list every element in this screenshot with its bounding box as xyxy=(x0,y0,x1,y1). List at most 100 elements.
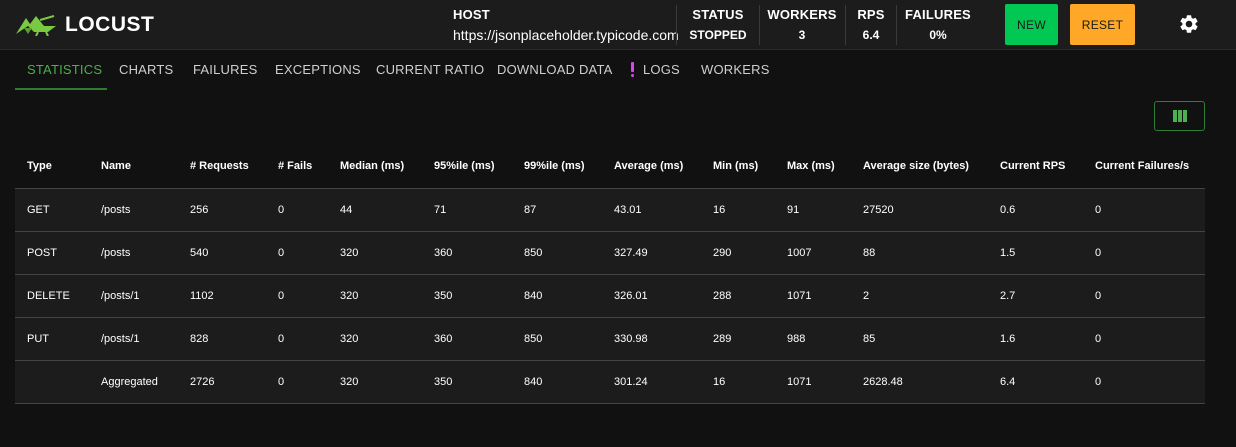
tab-download-data[interactable]: DOWNLOAD DATA xyxy=(497,62,613,77)
column-header[interactable]: # Fails xyxy=(266,145,328,189)
table-header-row: Type Name # Requests # Fails Median (ms)… xyxy=(15,145,1205,189)
table-cell: 0 xyxy=(266,188,328,232)
table-cell: 6.4 xyxy=(988,360,1083,404)
table-cell: 290 xyxy=(701,231,775,275)
table-cell: 350 xyxy=(422,360,512,404)
table-cell: 2.7 xyxy=(988,274,1083,318)
table-cell: 16 xyxy=(701,360,775,404)
table-cell: 988 xyxy=(775,317,851,361)
tab-exceptions[interactable]: EXCEPTIONS xyxy=(275,62,361,77)
column-header[interactable]: Min (ms) xyxy=(701,145,775,189)
table-cell: 320 xyxy=(328,231,422,275)
table-row: DELETE /posts/1 1102 0 320 350 840 326.0… xyxy=(15,274,1205,318)
table-cell: 540 xyxy=(178,231,266,275)
table-cell: 320 xyxy=(328,317,422,361)
table-cell: 327.49 xyxy=(602,231,701,275)
reset-button[interactable]: RESET xyxy=(1070,4,1135,45)
logo-text: LOCUST xyxy=(65,13,155,36)
table-cell: 828 xyxy=(178,317,266,361)
table-cell: 0 xyxy=(1083,231,1205,275)
table-cell: 289 xyxy=(701,317,775,361)
table-cell: 27520 xyxy=(851,188,988,232)
column-header[interactable]: Current RPS xyxy=(988,145,1083,189)
workers-stat: WORKERS 3 xyxy=(766,7,838,42)
status-label: STATUS xyxy=(692,7,744,22)
tab-statistics[interactable]: STATISTICS xyxy=(27,62,102,77)
table-cell: 1007 xyxy=(775,231,851,275)
table-cell: 2628.48 xyxy=(851,360,988,404)
rps-label: RPS xyxy=(857,7,885,22)
table-cell: 850 xyxy=(512,317,602,361)
workers-label: WORKERS xyxy=(767,7,837,22)
table-cell: 1071 xyxy=(775,360,851,404)
failures-label: FAILURES xyxy=(905,7,971,22)
table-cell: 0 xyxy=(266,360,328,404)
table-cell: 1.6 xyxy=(988,317,1083,361)
table-cell: 2 xyxy=(851,274,988,318)
tab-bar: STATISTICS CHARTS FAILURES EXCEPTIONS CU… xyxy=(0,50,1236,90)
table-cell: /posts xyxy=(89,231,178,275)
table-cell: 87 xyxy=(512,188,602,232)
settings-button[interactable] xyxy=(1178,13,1200,40)
tab-workers[interactable]: WORKERS xyxy=(701,62,770,77)
tab-charts[interactable]: CHARTS xyxy=(119,62,173,77)
table-cell: /posts xyxy=(89,188,178,232)
table-cell: Aggregated xyxy=(89,360,178,404)
table-cell: 850 xyxy=(512,231,602,275)
column-header[interactable]: Average size (bytes) xyxy=(851,145,988,189)
status-value: STOPPED xyxy=(689,28,747,42)
columns-icon xyxy=(1172,110,1187,122)
new-button[interactable]: NEW xyxy=(1005,4,1058,45)
logo: LOCUST xyxy=(14,13,154,37)
failures-value: 0% xyxy=(929,28,947,42)
column-header[interactable]: Average (ms) xyxy=(602,145,701,189)
table-cell: 0 xyxy=(1083,188,1205,232)
table-cell: POST xyxy=(15,231,89,275)
table-cell: 301.24 xyxy=(602,360,701,404)
tab-current-ratio[interactable]: CURRENT RATIO xyxy=(376,62,484,77)
table-cell: 320 xyxy=(328,274,422,318)
table-cell: 288 xyxy=(701,274,775,318)
top-bar: LOCUST HOST https://jsonplaceholder.typi… xyxy=(0,0,1236,50)
host-value: https://jsonplaceholder.typicode.com xyxy=(453,27,679,43)
column-header[interactable]: Current Failures/s xyxy=(1083,145,1205,189)
table-cell: 85 xyxy=(851,317,988,361)
table-cell: /posts/1 xyxy=(89,274,178,318)
table-cell: 360 xyxy=(422,317,512,361)
table-cell: 44 xyxy=(328,188,422,232)
divider xyxy=(759,5,760,45)
host-label: HOST xyxy=(453,7,490,22)
column-header[interactable]: 99%ile (ms) xyxy=(512,145,602,189)
table-cell: 0 xyxy=(1083,274,1205,318)
table-cell: DELETE xyxy=(15,274,89,318)
table-cell: 88 xyxy=(851,231,988,275)
table-cell: 43.01 xyxy=(602,188,701,232)
column-header[interactable]: Median (ms) xyxy=(328,145,422,189)
table-cell: 2726 xyxy=(178,360,266,404)
rps-value: 6.4 xyxy=(862,28,880,42)
column-header[interactable]: Type xyxy=(15,145,89,189)
table-cell: 0 xyxy=(1083,317,1205,361)
tab-logs[interactable]: LOGS xyxy=(643,62,680,77)
column-header[interactable]: Name xyxy=(89,145,178,189)
table-row: PUT /posts/1 828 0 320 360 850 330.98 28… xyxy=(15,317,1205,361)
table-cell: 840 xyxy=(512,360,602,404)
exclamation-icon xyxy=(630,62,634,77)
table-row: GET /posts 256 0 44 71 87 43.01 16 91 27… xyxy=(15,188,1205,232)
table-cell: GET xyxy=(15,188,89,232)
column-header[interactable]: 95%ile (ms) xyxy=(422,145,512,189)
gear-icon xyxy=(1180,15,1198,33)
table-cell: 1.5 xyxy=(988,231,1083,275)
column-selector-button[interactable] xyxy=(1154,101,1205,131)
table-cell: 1102 xyxy=(178,274,266,318)
table-cell: 16 xyxy=(701,188,775,232)
column-header[interactable]: Max (ms) xyxy=(775,145,851,189)
active-tab-indicator xyxy=(15,88,107,90)
tab-failures[interactable]: FAILURES xyxy=(193,62,257,77)
column-header[interactable]: # Requests xyxy=(178,145,266,189)
table-cell: 71 xyxy=(422,188,512,232)
divider xyxy=(845,5,846,45)
table-cell: /posts/1 xyxy=(89,317,178,361)
table-cell: 0 xyxy=(266,231,328,275)
divider xyxy=(676,5,677,45)
